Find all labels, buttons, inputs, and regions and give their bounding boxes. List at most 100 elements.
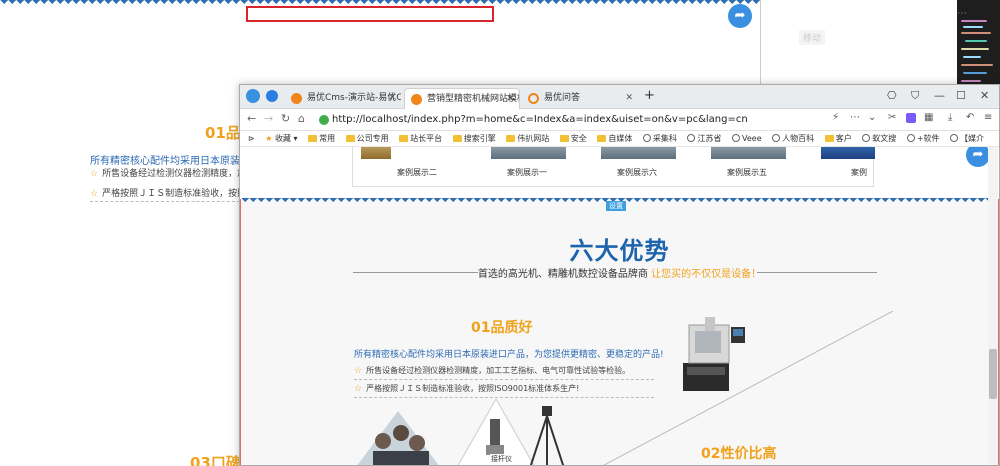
scissors-icon[interactable]: ✂ [888,112,896,123]
feature-divider [354,379,654,380]
tab-yiyou-cms[interactable]: 易优Cms-演示站-易优CMS企 ✕ [285,88,401,109]
page-scrollbar[interactable] [988,147,998,465]
download-icon[interactable]: ⤓ [948,112,952,123]
bookmark-item[interactable]: 伟扒网站 [506,131,549,146]
feature-divider [354,397,654,398]
gallery-caption[interactable]: 案例 [851,167,867,178]
close-window-button[interactable]: ✕ [980,89,989,102]
globe-icon [906,134,915,142]
close-tab-icon[interactable]: ✕ [625,88,633,109]
case-gallery: 案例展示二 案例展示一 案例展示六 案例展示五 案例 [352,147,875,187]
page-content: 案例展示二 案例展示一 案例展示六 案例展示五 案例 ➦ 设置 六大优势 首选的… [240,147,999,465]
gallery-caption[interactable]: 案例展示六 [617,167,657,178]
bookmark-item[interactable]: 搜索引擎 [452,131,496,146]
qa-icon [528,93,539,104]
undo-icon[interactable]: ↶ [966,112,974,123]
star-icon: ☆ [90,189,99,199]
shirt-icon[interactable]: ⛉ [911,89,919,103]
globe-icon [642,134,651,142]
gallery-thumb[interactable] [821,147,875,159]
advantage-1-feature: ☆ 所售设备经过检测仪器检测精度，加工工艺指标、电气可靠性试验等检验。 [354,366,631,376]
bookmark-item[interactable]: 公司专用 [345,131,389,146]
section-subtitle: 首选的高光机、精雕机数控设备品牌商 让您买的不仅仅是设备！ [477,269,762,280]
minimize-button[interactable]: — [934,89,945,102]
bookmark-item[interactable]: 人物百科 [772,131,814,146]
bookmark-item[interactable]: 常用 [308,131,335,146]
gallery-thumb[interactable] [491,147,566,159]
back-icon[interactable]: ← [247,112,256,125]
folder-icon [308,135,318,142]
tab-machine-template[interactable]: 营销型精密机械网站模板 ✕ [404,88,520,109]
more-icon[interactable]: ⋯ [850,112,860,123]
star-icon: ☆ [354,366,363,376]
yiyou-icon [411,94,422,105]
close-tab-icon[interactable]: ✕ [388,88,396,109]
bookmark-item[interactable]: 采集科 [642,131,677,146]
advantage-1-title: 01品质好 [471,320,533,336]
section-title: 六大优势 [569,237,670,265]
team-photo-image [357,411,439,465]
bookmark-item[interactable]: 江苏省 [687,131,721,146]
scrollbar-thumb[interactable] [989,349,997,399]
bookmark-item[interactable]: 安全 [559,131,587,146]
cnc-machine-image [683,317,745,391]
gallery-thumb[interactable] [711,147,786,159]
tripod-image [529,406,565,465]
tool-caption: 接杆仪 [490,454,513,464]
extension-icon[interactable]: ⎔ [887,89,897,102]
share-icon[interactable]: ➦ [966,147,990,167]
device-badge[interactable]: 移动 [799,30,826,45]
folder-icon [824,135,834,142]
extension-purple-icon[interactable] [906,113,916,123]
star-icon: ☆ [354,384,363,394]
folder-icon [399,135,409,142]
bg-section-heading-2: 03口碑 [190,454,241,466]
gallery-thumb[interactable] [601,147,676,159]
tab-yiyou-qa[interactable]: 易优问答 ✕ [522,88,638,109]
url-input[interactable]: http://localhost/index.php?m=home&c=Inde… [318,111,858,129]
home-icon[interactable]: ⌂ [298,112,305,125]
bookmark-item[interactable]: 站长平台 [399,131,442,146]
maximize-button[interactable]: ☐ [956,89,966,102]
new-tab-button[interactable]: + [644,88,655,103]
folder-icon [506,135,516,142]
advantage-1-feature: ☆ 严格按照ＪＩＳ制造标准验收，按照ISO9001标准体系生产! [354,384,580,394]
reload-icon[interactable]: ↻ [281,112,290,125]
close-tab-icon[interactable]: ✕ [506,89,514,109]
chevron-down-icon[interactable]: ⌄ [868,112,876,123]
bg-section-heading: 01品 [205,124,241,142]
gallery-caption[interactable]: 案例展示一 [507,167,547,178]
bookmark-favorites[interactable]: ★ 收藏 ▾ [265,131,297,146]
lightning-icon[interactable]: ⚡ [832,112,839,123]
tab-bar: 易优Cms-演示站-易优CMS企 ✕ 营销型精密机械网站模板 ✕ 易优问答 ✕ … [240,85,999,109]
advantage-1-headline: 所有精密核心配件均采用日本原装进口产品，为您提供更精密、更稳定的产品! [354,350,664,360]
globe-icon [950,134,959,142]
globe-icon [772,134,781,142]
check-icon[interactable] [266,90,278,102]
more-options-icon[interactable]: ⋯ [957,8,968,19]
grid-icon[interactable]: ▦ [924,112,933,123]
section-setting-tag[interactable]: 设置 [606,201,626,211]
gallery-caption[interactable]: 案例展示二 [397,167,437,178]
star-icon: ☆ [90,169,99,179]
bg-divider [90,201,240,202]
bookmark-item[interactable]: 蚁文搜 [862,131,896,146]
folder-icon [452,135,462,142]
folder-icon [597,135,607,142]
advantages-section[interactable]: 设置 六大优势 首选的高光机、精雕机数控设备品牌商 让您买的不仅仅是设备！ 01… [240,198,999,465]
folder-icon [345,135,355,142]
bookmark-item[interactable]: 客户 [824,131,852,146]
gallery-caption[interactable]: 案例展示五 [727,167,767,178]
sidebar-toggle-icon[interactable]: ⊳ [248,131,255,146]
globe-icon [862,134,871,142]
bookmark-item[interactable]: +软件 [906,131,940,146]
menu-icon[interactable]: ≡ [984,112,992,123]
bookmark-item[interactable]: Veee [732,131,762,146]
globe-icon [732,134,740,142]
selection-box[interactable] [246,6,494,22]
gallery-thumb[interactable] [361,147,391,159]
bookmark-item[interactable]: 【媒介 [950,131,984,146]
forward-icon[interactable]: → [264,112,273,125]
share-icon[interactable]: ➦ [728,4,752,28]
bookmark-item[interactable]: 自媒体 [597,131,632,146]
